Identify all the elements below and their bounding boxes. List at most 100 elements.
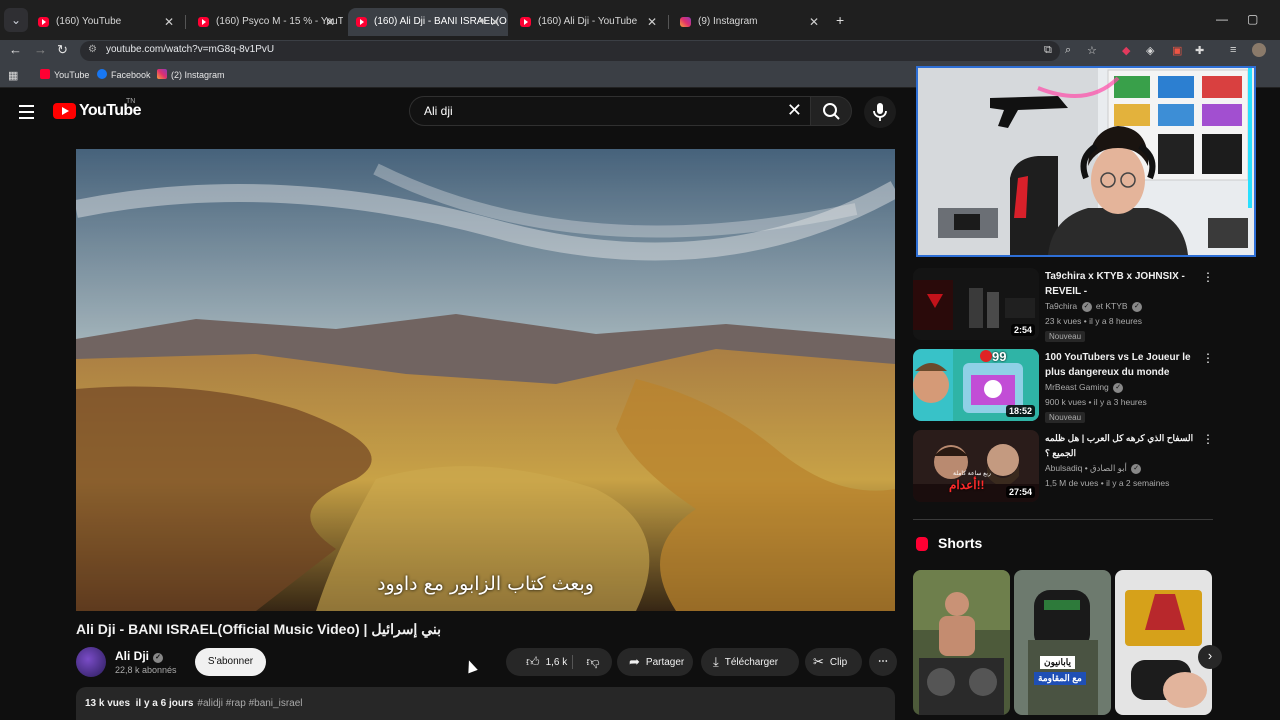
close-tab-icon[interactable]: ✕ [809, 8, 819, 36]
more-vertical-icon[interactable]: ⋮ [1202, 351, 1214, 365]
tab-ali-dji-channel[interactable]: (160) Ali Dji - YouTube ✕ [512, 8, 665, 36]
clip-label: Clip [829, 657, 848, 668]
short-item[interactable] [913, 570, 1010, 715]
description-box[interactable]: 13 k vues il y a 6 jours #alidji #rap #ba… [76, 687, 895, 720]
recommended-video[interactable]: 99 18:52 100 YouTubers vs Le Joueur le p… [913, 349, 1214, 423]
facebook-icon [97, 69, 107, 79]
country-code: TN [126, 98, 136, 105]
extension-icon[interactable]: ◆ [1122, 44, 1130, 57]
zoom-icon[interactable]: ⌕ [1065, 44, 1071, 57]
recommended-channel[interactable]: Abulsadiq • أبو الصادق ✓ [1045, 463, 1143, 474]
tab-label: (160) Ali Dji - BANI ISRAEL(O [374, 16, 507, 27]
like-button[interactable]: 👍︎ 1,6 k [514, 648, 574, 677]
tab-label: (160) Psyco M - 15 % - YouTube [216, 16, 343, 27]
channel-name-text: Ali Dji [115, 649, 150, 663]
apps-grid-icon[interactable]: ▦ [8, 69, 18, 82]
search-button[interactable] [810, 96, 852, 126]
streamer-webcam-image [918, 68, 1254, 255]
channel-name-text: MrBeast Gaming [1045, 382, 1109, 392]
tab-psyco-m[interactable]: (160) Psyco M - 15 % - YouTube ✕ [190, 8, 343, 36]
hashtags[interactable]: #alidji #rap #bani_israel [197, 698, 302, 709]
subscribe-button[interactable]: S'abonner [195, 648, 266, 676]
more-vertical-icon[interactable]: ⋮ [1202, 270, 1214, 284]
view-count: 13 k vues [85, 698, 131, 709]
verified-check-icon: ✓ [1113, 383, 1124, 393]
verified-check-icon: ✓ [153, 653, 164, 663]
voice-search-button[interactable] [864, 96, 896, 128]
channel-extra-text: et KTYB [1095, 301, 1128, 311]
short-item[interactable] [1115, 570, 1212, 715]
extension-icon[interactable]: ▣ [1172, 44, 1182, 57]
puzzle-icon[interactable]: ✚ [1195, 44, 1204, 57]
video-thumbnail[interactable]: أعدام!! ربع ساعة كاملة 27:54 [913, 430, 1039, 502]
shorts-next-button[interactable]: › [1198, 645, 1222, 669]
speaker-icon[interactable]: 🔊︎ [480, 8, 486, 36]
search-input[interactable]: Ali dji ✕ [409, 96, 810, 126]
channel-name-text: Abulsadiq [1045, 463, 1083, 473]
thumbs-down-icon: 👎︎ [586, 654, 600, 669]
video-title: Ali Dji - BANI ISRAEL(Official Music Vid… [76, 621, 441, 637]
forward-icon[interactable]: → [34, 42, 47, 57]
recommended-video[interactable]: أعدام!! ربع ساعة كاملة 27:54 السفاح الذي… [913, 430, 1214, 502]
verified-check-icon: ✓ [1131, 464, 1142, 474]
video-player[interactable]: وبعث كتاب الزابور مع داوود [76, 149, 895, 611]
close-tab-icon[interactable]: ✕ [490, 8, 500, 36]
clip-button[interactable]: ✂ Clip [805, 648, 862, 676]
dislike-button[interactable]: 👎︎ [576, 648, 610, 676]
more-actions-button[interactable]: ⋯ [869, 648, 897, 676]
media-control-icon[interactable]: ≡ [1230, 44, 1236, 56]
recommended-stats: 900 k vues • il y a 3 heures [1045, 397, 1147, 407]
like-count: 1,6 k [545, 657, 568, 668]
maximize-icon[interactable]: ▢ [1247, 12, 1258, 26]
bookmark-youtube[interactable]: YouTube [40, 69, 89, 80]
recommended-video[interactable]: 2:54 Ta9chira x KTYB x JOHNSIX - REVEIL … [913, 268, 1214, 342]
tab-ali-dji-video[interactable]: (160) Ali Dji - BANI ISRAEL(O 🔊︎ ✕ [348, 8, 508, 36]
youtube-favicon-icon [38, 17, 49, 27]
reload-icon[interactable]: ↻ [57, 42, 68, 58]
new-tab-button[interactable]: + [836, 12, 844, 28]
back-icon[interactable]: ← [9, 42, 22, 57]
close-tab-icon[interactable]: ✕ [647, 8, 657, 36]
more-horizontal-icon: ⋯ [878, 656, 888, 667]
search-query: Ali dji [424, 104, 453, 118]
channel-name-text: Ta9chira [1045, 301, 1078, 311]
minimize-icon[interactable]: — [1216, 12, 1228, 26]
tab-search-button[interactable]: ⌄ [4, 8, 28, 32]
share-button[interactable]: ➦ Partager [617, 648, 693, 676]
short-item[interactable]: يابانيون مع المقاومة [1014, 570, 1111, 715]
video-frame-landscape [76, 149, 895, 611]
download-button[interactable]: ⤓ Télécharger [701, 648, 799, 676]
youtube-favicon-icon [198, 17, 209, 27]
like-dislike-group: 👍︎ 1,6 k 👎︎ [506, 648, 612, 676]
share-arrow-icon: ➦ [629, 654, 640, 669]
bookmark-star-icon[interactable]: ☆ [1087, 44, 1097, 57]
video-thumbnail[interactable]: 2:54 [913, 268, 1039, 340]
close-tab-icon[interactable]: ✕ [164, 8, 174, 36]
bookmark-facebook[interactable]: Facebook [97, 69, 151, 80]
profile-avatar[interactable] [1252, 43, 1266, 57]
install-app-icon[interactable]: ⧉ [1044, 44, 1052, 57]
recommended-channel[interactable]: MrBeast Gaming ✓ [1045, 382, 1125, 393]
clear-search-icon[interactable]: ✕ [787, 100, 802, 121]
close-tab-icon[interactable]: ✕ [325, 8, 335, 36]
bookmark-instagram[interactable]: (2) Instagram [157, 69, 225, 80]
recommended-channel[interactable]: Ta9chira ✓ et KTYB ✓ [1045, 301, 1144, 312]
extension-icon[interactable]: ◈ [1146, 44, 1154, 57]
tab-instagram[interactable]: (9) Instagram ✕ [672, 8, 827, 36]
thumbs-up-icon: 👍︎ [526, 654, 540, 669]
address-bar[interactable]: ⚙ youtube.com/watch?v=mG8q-8v1PvU [80, 41, 1060, 61]
tab-youtube-home[interactable]: (160) YouTube ✕ [30, 8, 182, 36]
channel-name[interactable]: Ali Dji ✓ [115, 649, 164, 663]
video-duration: 2:54 [1010, 324, 1035, 336]
short-caption: مع المقاومة [1034, 672, 1086, 685]
short-thumbnail-image [1014, 570, 1111, 715]
site-info-icon[interactable]: ⚙ [88, 44, 97, 55]
channel-avatar[interactable] [76, 647, 106, 677]
thumbnail-counter: 99 [992, 349, 1007, 364]
video-thumbnail[interactable]: 99 18:52 [913, 349, 1039, 421]
menu-icon[interactable] [19, 105, 34, 123]
video-duration: 27:54 [1005, 486, 1035, 498]
recommended-title: 100 YouTubers vs Le Joueur le plus dange… [1045, 352, 1191, 378]
video-duration: 18:52 [1005, 405, 1035, 417]
more-vertical-icon[interactable]: ⋮ [1202, 432, 1214, 446]
